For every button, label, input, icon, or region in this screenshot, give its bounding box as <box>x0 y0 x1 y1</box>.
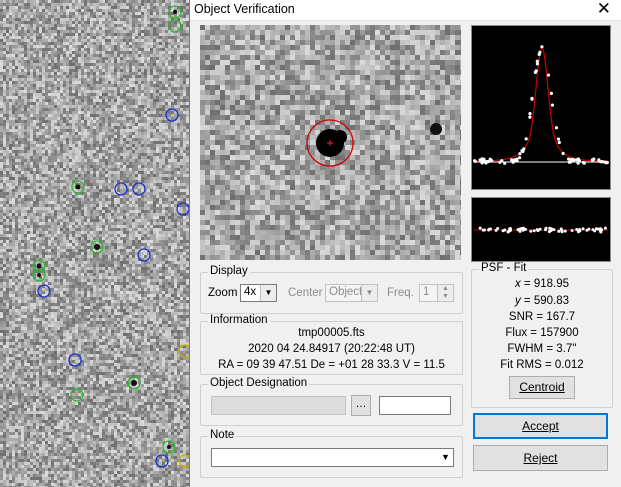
psf-fit-rms: Fit RMS = 0.012 <box>500 359 584 371</box>
psf-fwhm: FWHM = 3.7'' <box>507 343 577 355</box>
note-group-label: Note <box>208 429 237 441</box>
psf-residual-plot <box>471 197 611 262</box>
observation-datetime: 2020 04 24.84917 (20:22:48 UT) <box>248 343 415 355</box>
object-zoom-image[interactable] <box>200 25 465 260</box>
zoom-image-canvas <box>200 25 465 260</box>
psf-x-value: = 918.95 <box>523 278 570 290</box>
freq-label: Freq. <box>387 287 414 299</box>
psf-snr: SNR = 167.7 <box>508 311 576 323</box>
designation-group-label: Object Designation <box>208 377 310 389</box>
designation-extra-field[interactable] <box>379 396 451 415</box>
psf-flux: Flux = 157900 <box>505 327 579 339</box>
dialog-title: Object Verification <box>194 2 295 16</box>
spinner-arrows-icon: ▲ ▼ <box>437 285 453 301</box>
center-value: Object <box>329 286 363 298</box>
accept-button[interactable]: Accept <box>473 413 608 439</box>
zoom-select[interactable]: 4x ▼ <box>240 284 277 302</box>
designation-field[interactable] <box>211 396 346 415</box>
center-label: Center <box>288 287 323 299</box>
zoom-label: Zoom <box>208 287 238 299</box>
freq-spinner[interactable]: 1 ▲ ▼ <box>419 284 454 302</box>
psf-y-value: = 590.83 <box>523 295 570 307</box>
designation-group: Object Designation … <box>200 377 463 426</box>
psf-y: y = 590.83 <box>472 295 612 307</box>
psf-x: x = 918.95 <box>472 278 612 290</box>
psf-fit-group: PSF - Fit x = 918.95 y = 590.83 SNR = 16… <box>471 262 613 408</box>
note-select[interactable]: ▼ <box>211 448 454 467</box>
center-select[interactable]: Object ▼ <box>325 284 378 302</box>
information-group-label: Information <box>208 314 270 326</box>
close-icon[interactable]: ✕ <box>597 0 611 19</box>
information-group: Information tmp00005.fts 2020 04 24.8491… <box>200 314 463 375</box>
psf-fit-group-label: PSF - Fit <box>479 262 529 274</box>
freq-value: 1 <box>423 286 430 298</box>
centroid-button[interactable]: Centroid <box>509 376 575 399</box>
object-coordinates: RA = 09 39 47.51 De = +01 28 33.3 V = 11… <box>218 359 445 371</box>
chevron-down-icon: ▼ <box>260 285 276 301</box>
sky-noise <box>0 0 192 487</box>
image-filename: tmp00005.fts <box>298 327 365 339</box>
chevron-down-icon: ▼ <box>361 285 377 301</box>
object-verification-dialog: Object Verification ✕ Display Zoom 4x ▼ … <box>189 0 621 487</box>
browse-designation-button[interactable]: … <box>351 395 371 416</box>
title-bar: Object Verification ✕ <box>190 0 621 21</box>
psf-x-label: x <box>514 278 521 290</box>
display-group-label: Display <box>208 265 250 277</box>
psf-y-label: y <box>514 295 521 307</box>
reject-button[interactable]: Reject <box>473 445 608 471</box>
note-group: Note ▼ <box>200 429 463 478</box>
chevron-down-icon: ▼ <box>438 449 453 466</box>
display-group: Display Zoom 4x ▼ Center Object ▼ Freq. … <box>200 265 463 314</box>
psf-fit-curve <box>473 47 609 162</box>
psf-profile-plot <box>471 25 611 190</box>
psf-plot-canvas <box>473 45 609 165</box>
residual-plot-canvas <box>474 226 608 234</box>
zoom-value: 4x <box>244 286 257 298</box>
